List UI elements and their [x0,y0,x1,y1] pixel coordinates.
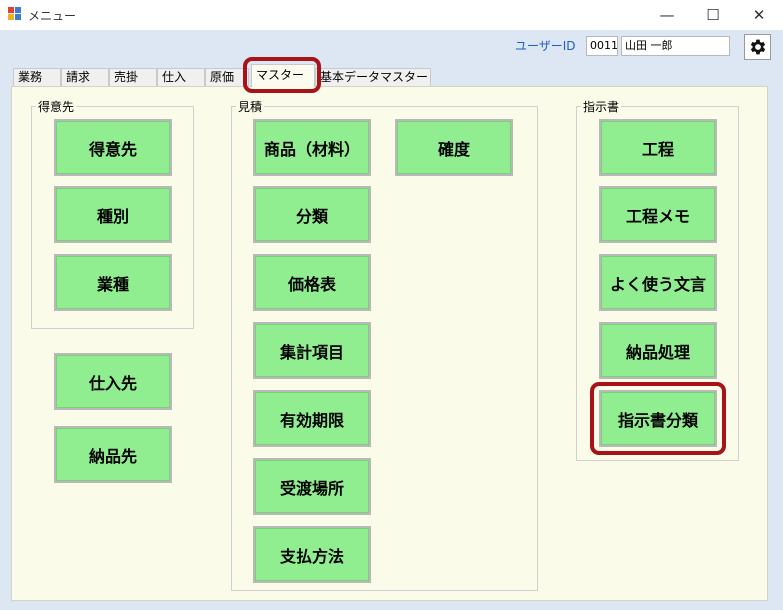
instruction-classification-button[interactable]: 指示書分類 [599,390,717,447]
maximize-button[interactable]: ☐ [690,0,736,30]
window-title: メニュー [28,9,77,23]
aggregate-items-button[interactable]: 集計項目 [253,322,371,379]
supplier-button[interactable]: 仕入先 [54,353,172,410]
price-list-button[interactable]: 価格表 [253,254,371,311]
payment-method-button[interactable]: 支払方法 [253,526,371,583]
title-bar: メニュー — ☐ ✕ [0,0,783,30]
category-button[interactable]: 種別 [54,186,172,243]
app-icon [8,7,22,21]
gear-icon [750,39,765,55]
delivery-processing-button[interactable]: 納品処理 [599,322,717,379]
classification-button[interactable]: 分類 [253,186,371,243]
tab-basic-data-master[interactable]: 基本データマスター [315,68,431,86]
customer-group-title: 得意先 [36,98,77,115]
close-icon: ✕ [752,6,766,24]
tab-shiire[interactable]: 仕入 [157,68,205,86]
tab-master[interactable]: マスター [251,64,315,87]
tab-genka[interactable]: 原価 [205,68,249,86]
tab-seikyu[interactable]: 請求 [61,68,109,86]
delivery-place-button[interactable]: 受渡場所 [253,458,371,515]
close-button[interactable]: ✕ [736,0,782,30]
industry-button[interactable]: 業種 [54,254,172,311]
certainty-button[interactable]: 確度 [395,119,513,176]
tab-urikake[interactable]: 売掛 [109,68,157,86]
user-name-field[interactable]: 山田 一郎 [621,36,730,56]
expiry-period-button[interactable]: 有効期限 [253,390,371,447]
tab-gyomu[interactable]: 業務 [13,68,61,86]
minimize-icon: — [659,6,675,24]
process-button[interactable]: 工程 [599,119,717,176]
maximize-icon: ☐ [706,6,720,24]
common-phrases-button[interactable]: よく使う文言 [599,254,717,311]
user-id-label: ユーザーID [515,39,576,53]
settings-button[interactable] [744,34,771,60]
process-memo-button[interactable]: 工程メモ [599,186,717,243]
user-code-field[interactable]: 0011 [586,36,618,56]
minimize-button[interactable]: — [644,0,690,30]
instruction-group-title: 指示書 [581,98,622,115]
estimate-group-title: 見積 [236,98,265,115]
delivery-destination-button[interactable]: 納品先 [54,426,172,483]
customer-button[interactable]: 得意先 [54,119,172,176]
product-material-button[interactable]: 商品（材料） [253,119,371,176]
